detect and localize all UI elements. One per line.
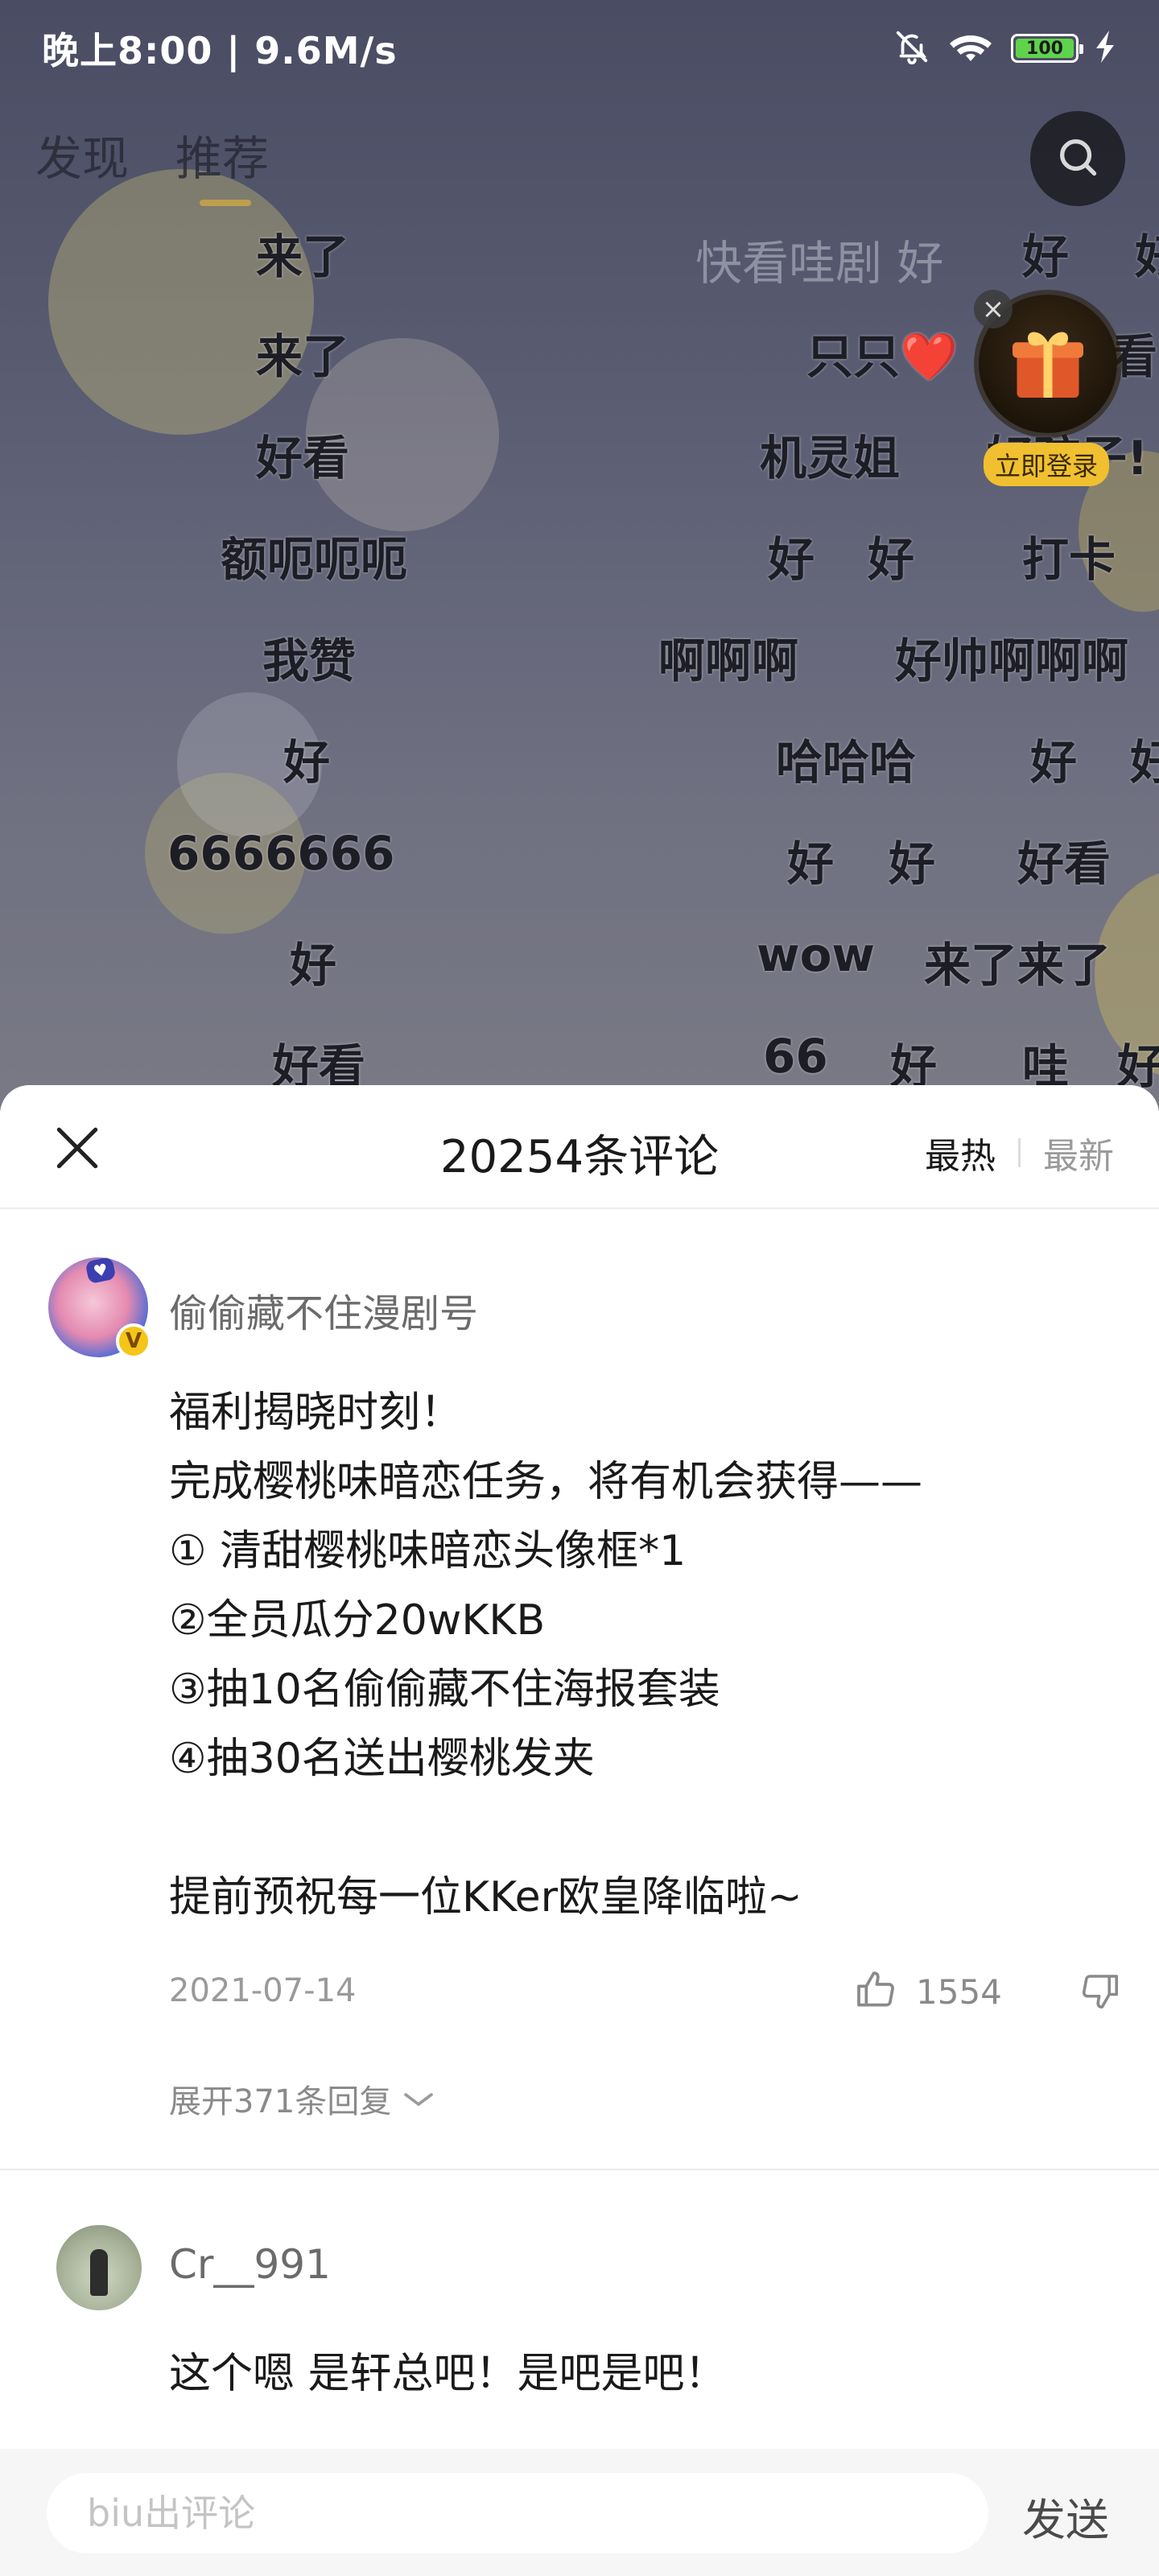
danmaku-item: 好 (868, 532, 915, 587)
dislike-button[interactable] (1079, 1969, 1122, 2016)
danmaku-item: 好看 (256, 431, 350, 485)
battery-icon: 100 (1011, 34, 1083, 63)
danmaku-item: 来了 (256, 329, 350, 384)
sort-new-tab[interactable]: 最新 (1043, 1127, 1114, 1179)
active-tab-indicator (200, 200, 252, 206)
danmaku-item: 好 (1135, 229, 1159, 284)
comment-date: 2021-07-14 (169, 1972, 357, 2009)
danmaku-item: 好 (1130, 735, 1159, 790)
tab-discover[interactable]: 发现 (35, 121, 129, 188)
status-icons: 100 (893, 28, 1117, 68)
avatar[interactable] (56, 2225, 142, 2310)
comments-header: 20254条评论 最热 最新 (0, 1085, 1159, 1209)
send-button[interactable]: 发送 (1022, 2484, 1109, 2548)
danmaku-item: 来了 (256, 229, 350, 284)
danmaku-item: 机灵姐 (760, 431, 901, 485)
comment-line: 福利揭晓时刻！ (169, 1389, 463, 1437)
tab-recommend-label: 推荐 (175, 131, 270, 186)
danmaku-item: 额呃呃呃 (221, 532, 408, 587)
like-count: 1554 (916, 1971, 1002, 2012)
danmaku-item: 好 (889, 836, 936, 891)
thumbs-up-icon (853, 1967, 898, 2016)
danmaku-item: 啊啊啊 (658, 634, 799, 688)
verified-badge: V (116, 1323, 151, 1359)
comment-line: 这个嗯 是轩总吧！是吧是吧！ (169, 2350, 727, 2398)
danmaku-item: 好帅啊啊啊 (895, 634, 1129, 688)
comment-username[interactable]: 偷偷藏不住漫剧号 (169, 1282, 478, 1338)
danmaku-item: 好 (787, 836, 835, 891)
comment-text[interactable]: 这个嗯 是轩总吧！是吧是吧！ (169, 2339, 1079, 2409)
gift-box-icon (1004, 318, 1092, 410)
danmaku-item: 好 (290, 938, 337, 993)
tab-recommend[interactable]: 推荐 (175, 121, 270, 206)
comment-line: ① 清甜樱桃味暗恋头像框*1 (169, 1527, 687, 1575)
comment-input-bar: 发送 (0, 2449, 1159, 2576)
danmaku-item: 好 (283, 735, 331, 790)
sort-tabs: 最热 最新 (925, 1127, 1114, 1179)
mute-bell-icon (893, 28, 930, 68)
search-button[interactable] (1030, 111, 1125, 206)
comment-line: 提前预祝每一位KKer欧皇降临啦~ (169, 1873, 802, 1922)
avatar-figure (90, 2249, 108, 2296)
danmaku-item: 快看哇剧 好 (695, 236, 944, 291)
comment-line: ④抽30名送出樱桃发夹 (169, 1735, 595, 1783)
danmaku-item: 好 (1030, 735, 1078, 790)
expand-replies-button[interactable]: 展开371条回复 (169, 2075, 435, 2122)
background-star-shape (48, 169, 314, 435)
like-button[interactable]: 1554 (853, 1967, 1002, 2016)
danmaku-item: 好 (1022, 229, 1070, 284)
danmaku-item: 6666666 (167, 826, 395, 881)
gift-close-button[interactable]: × (974, 290, 1013, 328)
charging-icon (1096, 31, 1117, 66)
avatar[interactable]: ♥ V (48, 1256, 151, 1359)
status-bar: 晚上8:00 | 9.6M/s 100 (0, 0, 1159, 97)
video-background[interactable]: 晚上8:00 | 9.6M/s 100 发现 推荐 来了 来了 好看 额呃呃呃 … (0, 0, 1159, 1111)
danmaku-item: 打卡 (1022, 532, 1116, 587)
danmaku-item: wow (757, 927, 876, 982)
danmaku-item: 好看 (1017, 836, 1112, 891)
search-icon (1054, 134, 1101, 184)
comment-divider (0, 2169, 1159, 2170)
avatar-frame-decoration: ♥ (85, 1256, 117, 1285)
comments-sheet: 20254条评论 最热 最新 ♥ V 偷偷藏不住漫剧号 福利揭晓时刻！ 完成樱桃… (0, 1085, 1159, 2576)
wifi-icon (948, 28, 993, 68)
comment-line: 完成樱桃味暗恋任务，将有机会获得—— (169, 1458, 923, 1506)
comment-text[interactable]: 福利揭晓时刻！ 完成樱桃味暗恋任务，将有机会获得—— ① 清甜樱桃味暗恋头像框*… (169, 1378, 1079, 1932)
comment-line: ③抽10名偷偷藏不住海报套装 (169, 1666, 720, 1714)
thumbs-down-icon (1079, 1975, 1122, 2016)
comment-line: ②全员瓜分20wKKB (169, 1596, 546, 1645)
chevron-down-icon (402, 2080, 435, 2117)
top-tabs: 发现 推荐 (35, 121, 270, 206)
comment-line (169, 1794, 1079, 1863)
status-time: 晚上8:00 | 9.6M/s (42, 29, 398, 72)
danmaku-item: 我赞 (262, 634, 357, 688)
danmaku-item: 哈哈哈 (776, 735, 917, 790)
danmaku-item: 66 (763, 1029, 828, 1084)
comment-input[interactable] (47, 2473, 988, 2553)
comment-username[interactable]: Cr__991 (169, 2241, 331, 2288)
login-now-badge[interactable]: 立即登录 (984, 443, 1110, 486)
expand-replies-label: 展开371条回复 (169, 2083, 392, 2120)
danmaku-item: 只只❤️ (806, 329, 959, 384)
sort-hot-tab[interactable]: 最热 (925, 1127, 996, 1179)
sort-divider (1018, 1138, 1021, 1167)
danmaku-item: 来了来了 (924, 938, 1112, 993)
danmaku-item: 好 (768, 532, 815, 587)
